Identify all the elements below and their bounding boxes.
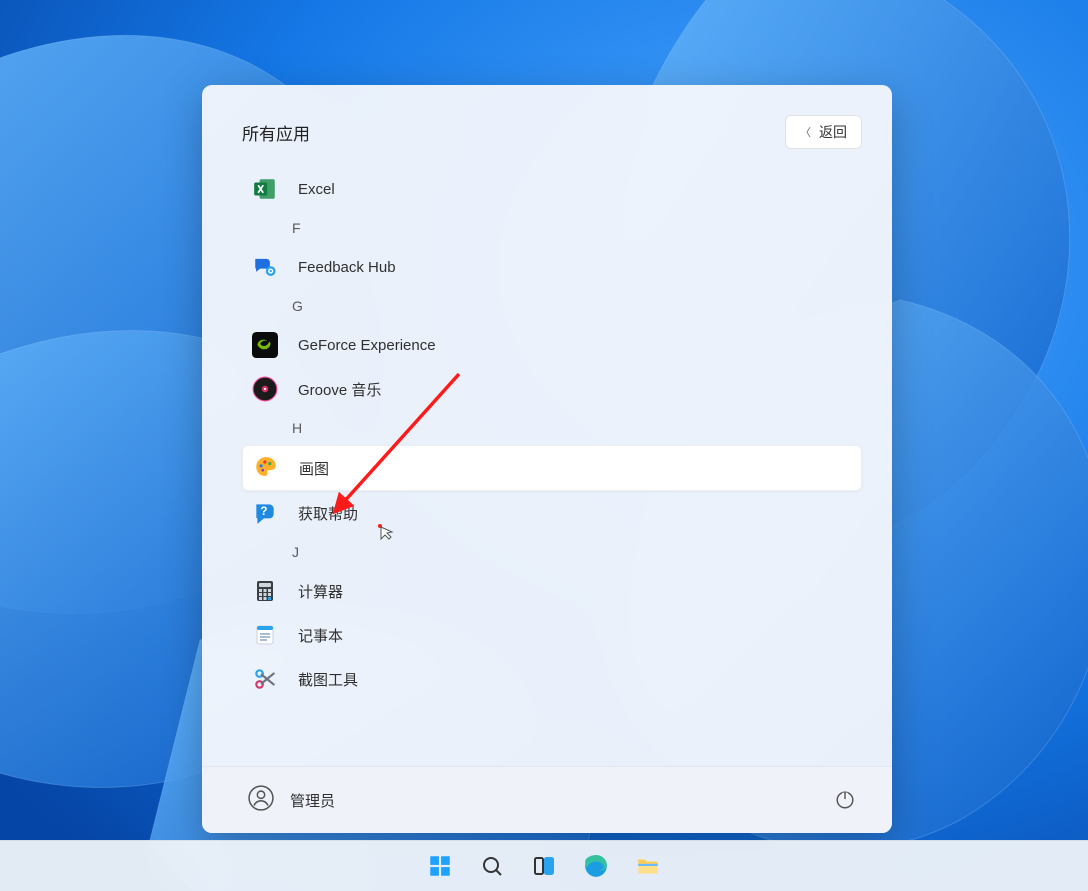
back-button[interactable]: 〈 返回 (785, 115, 862, 149)
nvidia-icon (252, 332, 278, 358)
app-label: GeForce Experience (298, 337, 436, 354)
app-label: Groove 音乐 (298, 379, 381, 400)
taskbar-app-edge[interactable] (575, 845, 617, 887)
taskbar-app-file-explorer[interactable] (627, 845, 669, 887)
svg-text:?: ? (260, 504, 267, 518)
app-label: 画图 (299, 458, 329, 479)
groove-music-icon (252, 376, 278, 402)
app-item-get-help[interactable]: ? 获取帮助 (242, 491, 862, 535)
app-label: 获取帮助 (298, 503, 358, 524)
app-label: 记事本 (298, 625, 343, 646)
back-button-label: 返回 (819, 122, 847, 142)
task-view-button[interactable] (523, 845, 565, 887)
taskbar (0, 840, 1088, 891)
section-header-F[interactable]: F (242, 211, 862, 245)
app-label: 计算器 (298, 581, 343, 602)
apps-list: Excel F Feedback Hub G (202, 149, 892, 766)
all-apps-title: 所有应用 (242, 120, 310, 145)
app-item-groove-music[interactable]: Groove 音乐 (242, 367, 862, 411)
power-button[interactable] (834, 789, 856, 811)
chevron-left-icon: 〈 (800, 124, 811, 140)
app-item-snipping-tool[interactable]: 截图工具 (242, 657, 862, 701)
app-label: 截图工具 (298, 669, 358, 690)
user-avatar-icon (248, 785, 274, 816)
section-header-H[interactable]: H (242, 411, 862, 445)
user-name: 管理员 (290, 790, 335, 811)
app-item-notepad[interactable]: 记事本 (242, 613, 862, 657)
start-menu-all-apps: 所有应用 〈 返回 Excel F (202, 85, 892, 833)
scissors-icon (252, 666, 278, 692)
feedback-hub-icon (252, 254, 278, 280)
paint-icon (253, 455, 279, 481)
search-button[interactable] (471, 845, 513, 887)
app-label: Excel (298, 181, 335, 198)
section-header-J[interactable]: J (242, 535, 862, 569)
app-item-feedback-hub[interactable]: Feedback Hub (242, 245, 862, 289)
user-account-button[interactable]: 管理员 (248, 785, 335, 816)
notepad-icon (252, 622, 278, 648)
app-item-geforce-experience[interactable]: GeForce Experience (242, 323, 862, 367)
get-help-icon: ? (252, 500, 278, 526)
app-item-excel[interactable]: Excel (242, 167, 862, 211)
app-item-paint[interactable]: 画图 (242, 445, 862, 491)
excel-icon (252, 176, 278, 202)
app-label: Feedback Hub (298, 259, 396, 276)
start-menu-footer: 管理员 (202, 766, 892, 833)
app-item-calculator[interactable]: 计算器 (242, 569, 862, 613)
section-header-G[interactable]: G (242, 289, 862, 323)
calculator-icon (252, 578, 278, 604)
start-button[interactable] (419, 845, 461, 887)
